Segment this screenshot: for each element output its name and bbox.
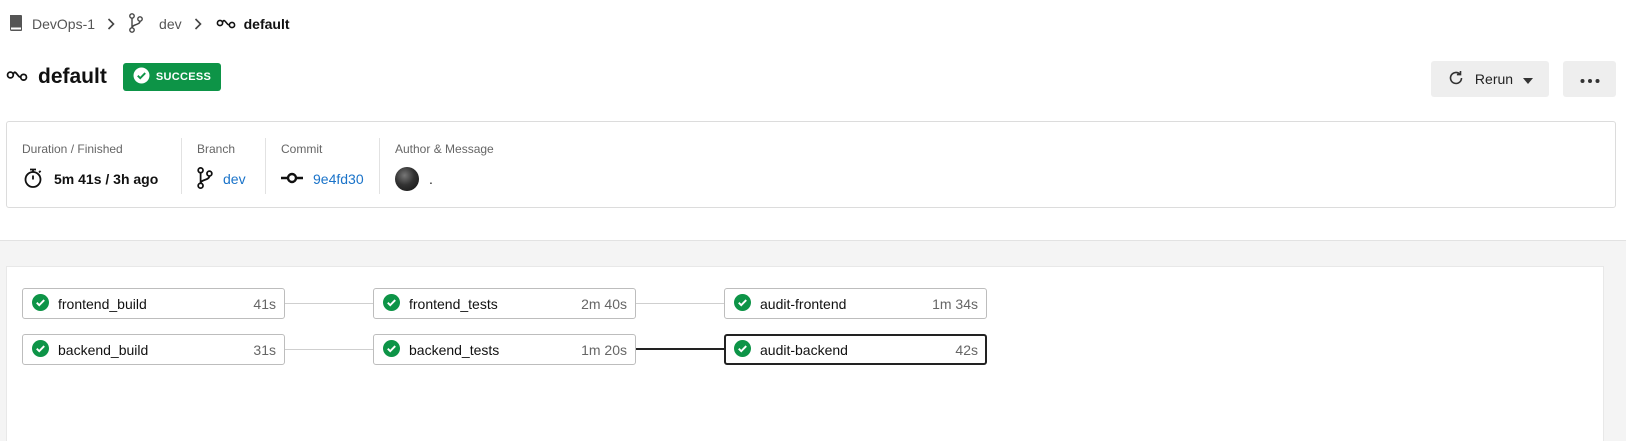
success-icon (383, 293, 400, 314)
page-header: default SUCCESS (6, 60, 222, 94)
author-label: Author & Message (395, 142, 494, 156)
breadcrumb-branch-label: dev (159, 16, 182, 32)
workflow-info-panel: Duration / Finished 5m 41s / 3h ago Bran… (6, 121, 1616, 208)
job-duration: 31s (253, 341, 276, 358)
job-node-selected[interactable]: audit-backend 42s (724, 334, 987, 365)
commit-message: . (429, 171, 433, 187)
rerun-label: Rerun (1474, 71, 1514, 87)
duration-label: Duration / Finished (22, 142, 123, 156)
job-name: backend_build (58, 341, 149, 358)
success-icon (32, 339, 49, 360)
breadcrumb-project-label: DevOps-1 (32, 16, 96, 32)
chevron-right-icon (194, 18, 202, 30)
author-value-row: . (395, 166, 433, 192)
pipeline-connector (627, 303, 725, 304)
breadcrumb-branch[interactable]: dev (129, 12, 182, 36)
commit-icon (281, 171, 303, 187)
branch-label: Branch (197, 142, 236, 156)
job-duration: 2m 40s (581, 295, 627, 312)
status-badge-label: SUCCESS (155, 71, 212, 83)
avatar[interactable] (395, 167, 419, 191)
breadcrumb-workflow[interactable]: default (216, 16, 290, 33)
workflow-icon (6, 67, 28, 88)
job-name: audit-backend (760, 341, 848, 358)
job-node[interactable]: backend_tests 1m 20s (373, 334, 636, 365)
success-icon (383, 339, 400, 360)
job-duration: 41s (253, 295, 276, 312)
job-name: frontend_tests (409, 295, 498, 312)
pipeline-graph: frontend_build 41s frontend_tests 2m 40s… (6, 266, 1604, 441)
divider (379, 138, 380, 194)
commit-link[interactable]: 9e4fd30 (313, 171, 364, 187)
commit-label: Commit (281, 142, 323, 156)
branch-icon (197, 166, 213, 192)
breadcrumb-project[interactable]: DevOps-1 (8, 14, 95, 35)
job-name: audit-frontend (760, 295, 847, 312)
job-node[interactable]: backend_build 31s (22, 334, 285, 365)
more-horizontal-icon (1580, 70, 1600, 88)
job-duration: 42s (955, 341, 978, 358)
branch-value-row: dev (197, 166, 246, 192)
caret-down-icon (1523, 71, 1534, 87)
job-node[interactable]: frontend_build 41s (22, 288, 285, 319)
duration-value-row: 5m 41s / 3h ago (22, 166, 158, 192)
success-icon (734, 339, 751, 360)
success-icon (734, 293, 751, 314)
stopwatch-icon (22, 167, 44, 192)
breadcrumb: DevOps-1 dev default (8, 12, 290, 36)
status-badge: SUCCESS (122, 63, 222, 91)
branch-icon (129, 12, 143, 36)
pipeline-connector (276, 349, 374, 350)
success-icon (32, 293, 49, 314)
breadcrumb-workflow-label: default (243, 16, 290, 32)
job-node[interactable]: frontend_tests 2m 40s (373, 288, 636, 319)
divider (265, 138, 266, 194)
pipeline-connector (276, 303, 374, 304)
job-name: backend_tests (409, 341, 500, 358)
job-node[interactable]: audit-frontend 1m 34s (724, 288, 987, 319)
workflow-icon (216, 16, 236, 33)
duration-value: 5m 41s / 3h ago (54, 171, 159, 187)
check-circle-icon (133, 67, 150, 87)
chevron-right-icon (107, 18, 115, 30)
branch-link[interactable]: dev (223, 171, 246, 187)
more-options-button[interactable] (1563, 61, 1616, 97)
rerun-button[interactable]: Rerun (1431, 61, 1549, 97)
job-name: frontend_build (58, 295, 147, 312)
page-title: default (38, 65, 107, 88)
book-icon (8, 14, 24, 35)
refresh-icon (1447, 69, 1465, 90)
job-duration: 1m 34s (932, 295, 978, 312)
pipeline-connector-active (627, 348, 725, 350)
commit-value-row: 9e4fd30 (281, 166, 364, 192)
job-duration: 1m 20s (581, 341, 627, 358)
divider (181, 138, 182, 194)
